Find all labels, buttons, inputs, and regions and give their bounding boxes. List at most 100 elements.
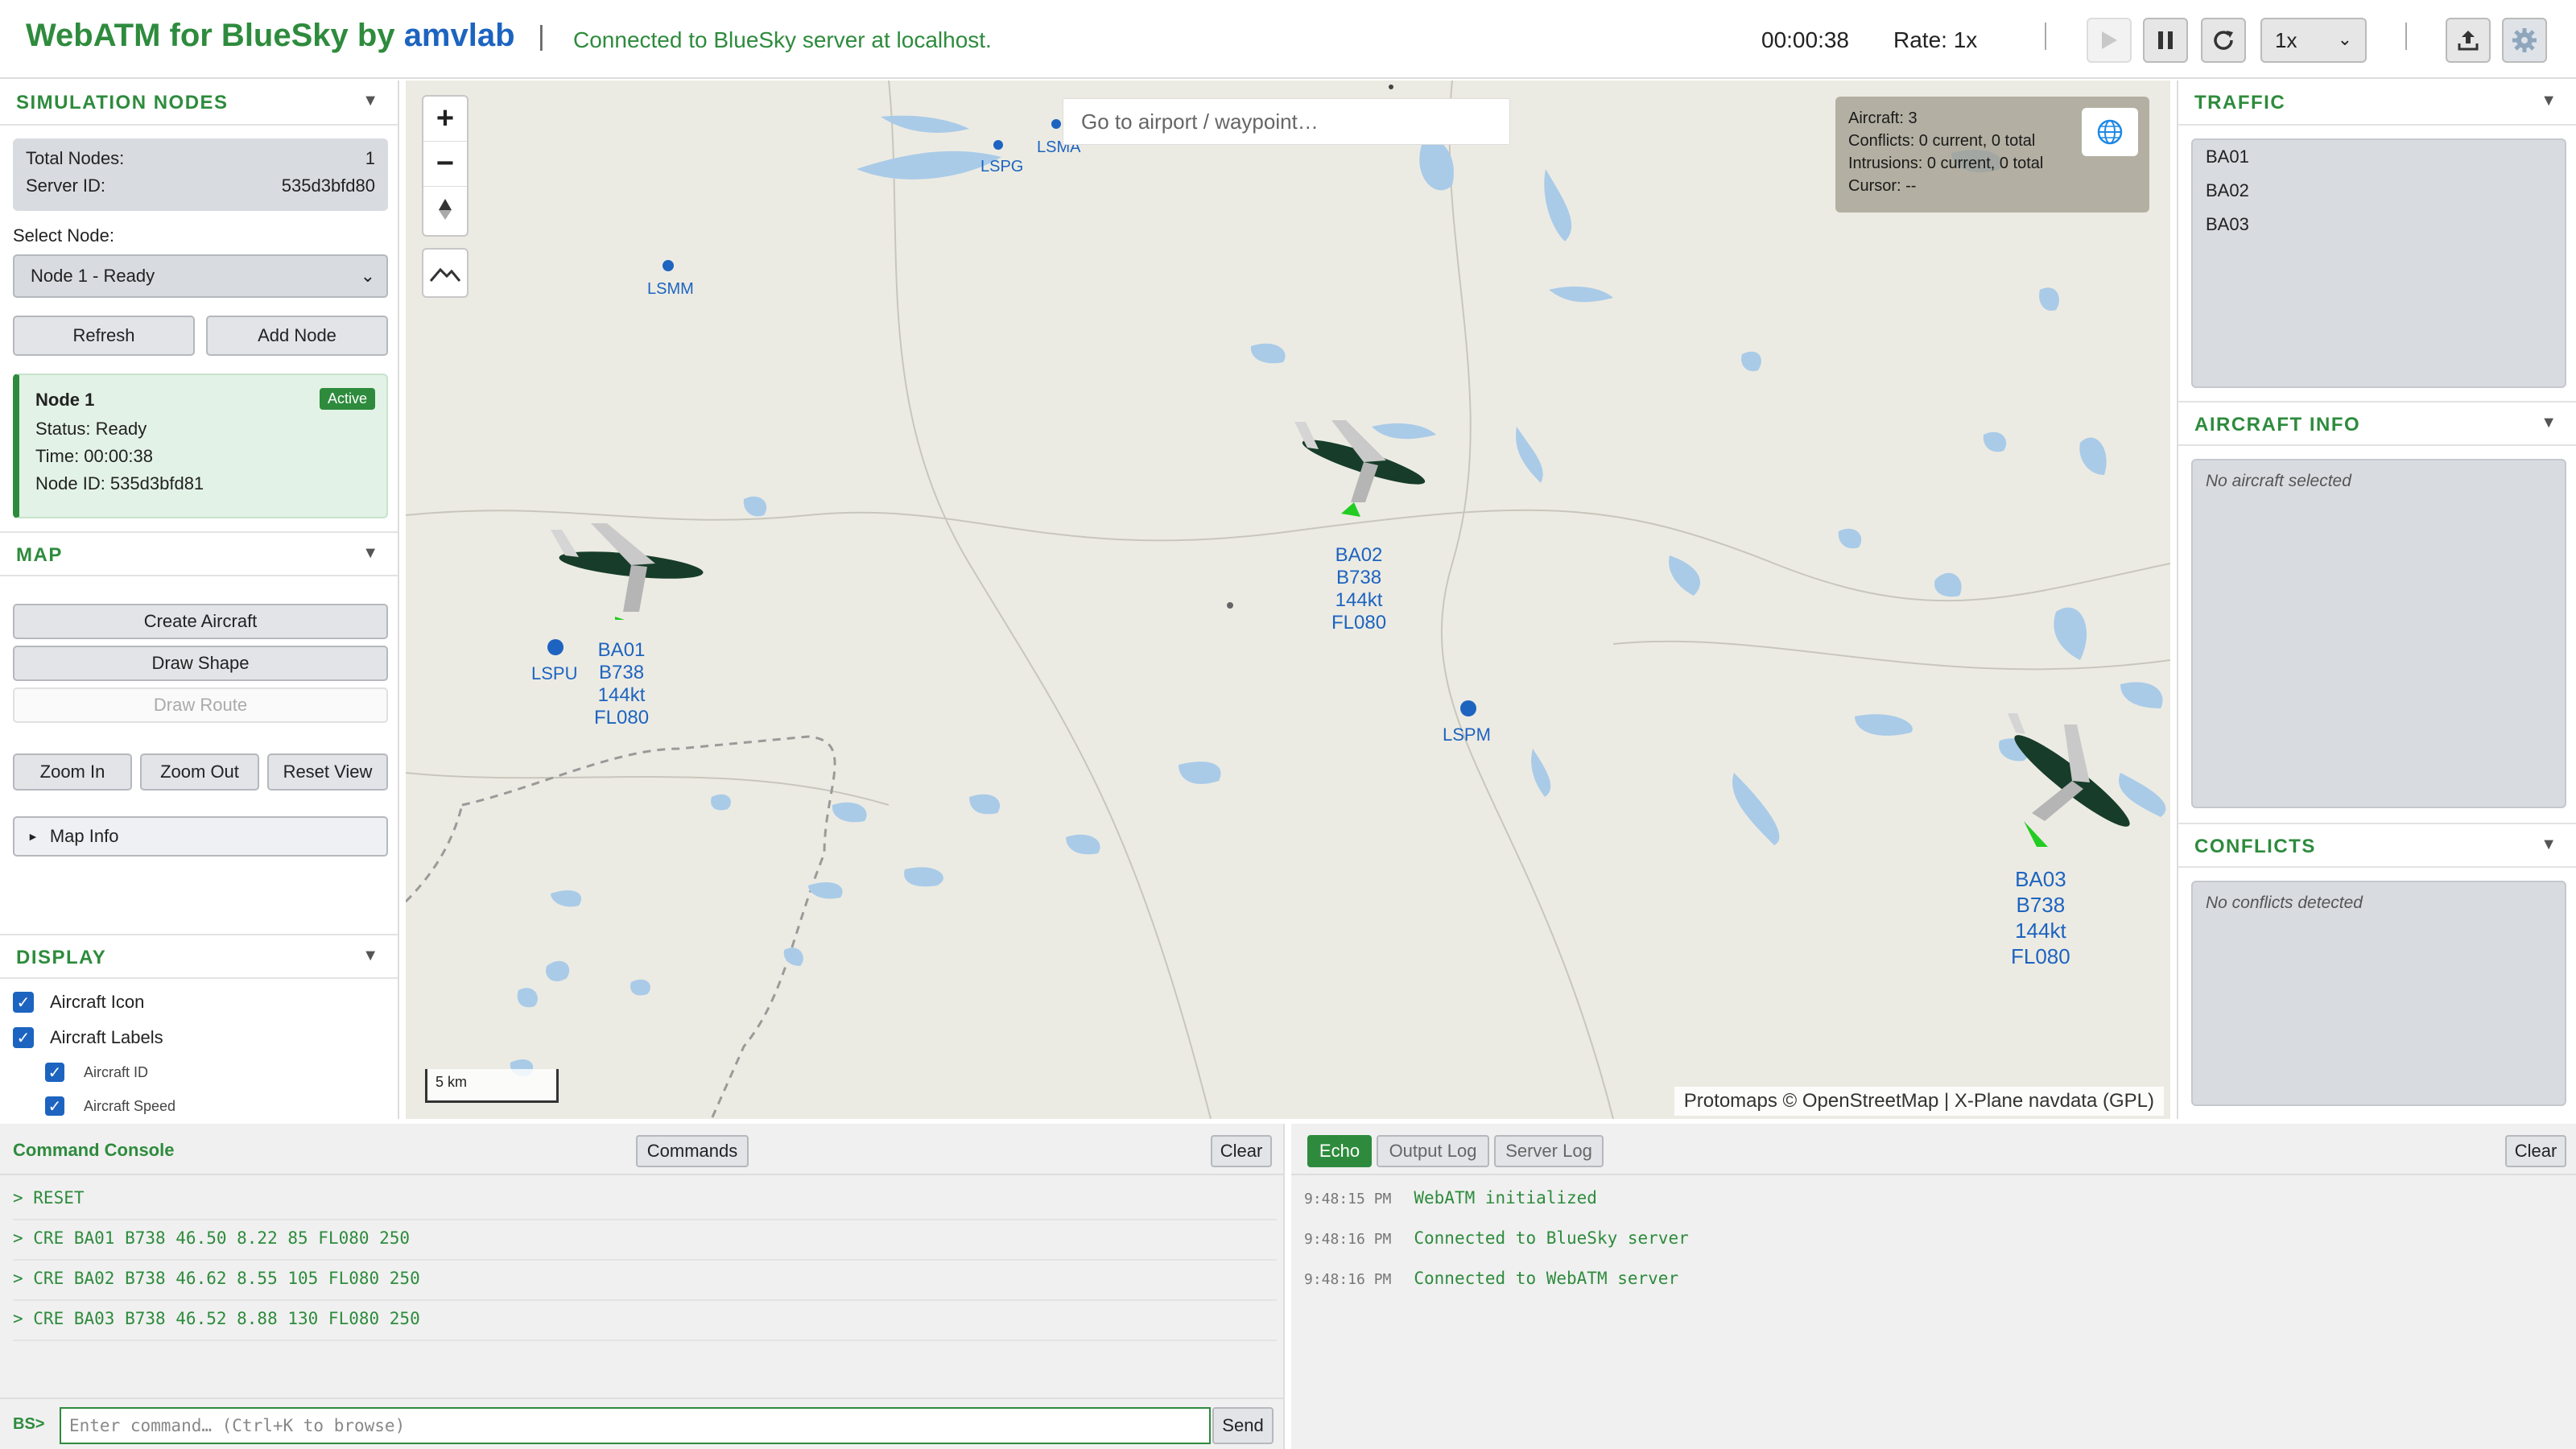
console-prompt: BS>	[13, 1415, 45, 1433]
app-title: WebATM for BlueSky by amvlab	[26, 18, 515, 53]
collapse-arrow-icon: ▼	[362, 92, 378, 109]
airport-label-lspu[interactable]: LSPU	[531, 663, 577, 684]
conflicts-count: Conflicts: 0 current, 0 total	[1848, 132, 2036, 150]
command-console: Command Console Commands Clear > RESET >…	[0, 1124, 1285, 1449]
aircraft-info-box: No aircraft selected	[2191, 459, 2566, 808]
traffic-item[interactable]: BA02	[2206, 180, 2249, 201]
collapse-arrow-icon: ▼	[362, 544, 378, 562]
title-separator: |	[538, 21, 545, 52]
sim-nodes-header[interactable]: SIMULATION NODES ▼	[0, 80, 398, 126]
aircraft-label-ba03[interactable]: BA03 B738 144kt FL080	[2011, 866, 2070, 969]
speed-select[interactable]: 1x ⌄	[2260, 18, 2367, 63]
zoom-in-button[interactable]: Zoom In	[13, 753, 132, 791]
refresh-button[interactable]: Refresh	[13, 316, 195, 356]
map-section-header[interactable]: MAP ▼	[0, 531, 398, 576]
map-info-toggle[interactable]: ► Map Info	[13, 816, 388, 857]
upload-icon	[2458, 31, 2479, 51]
collapse-arrow-icon: ▼	[2541, 414, 2557, 431]
chevron-down-icon: ⌄	[2337, 29, 2352, 49]
aircraft-icon-ba01[interactable]	[543, 507, 720, 620]
add-node-button[interactable]: Add Node	[206, 316, 388, 356]
conflicts-box: No conflicts detected	[2191, 881, 2566, 1106]
airport-label-lspg[interactable]: LSPG	[980, 158, 1023, 176]
settings-button[interactable]	[2502, 18, 2547, 63]
zoom-out-map-button[interactable]: −	[423, 142, 467, 187]
console-clear-button[interactable]: Clear	[1211, 1135, 1272, 1167]
conflicts-header[interactable]: CONFLICTS ▼	[2178, 823, 2576, 868]
command-input[interactable]: Enter command… (Ctrl+K to browse)	[60, 1407, 1211, 1444]
checkmark-icon: ✓	[13, 992, 34, 1013]
reload-icon	[2214, 31, 2233, 50]
node-name: Node 1	[35, 390, 95, 410]
commands-button[interactable]: Commands	[636, 1135, 749, 1167]
collapse-arrow-icon: ▼	[2541, 92, 2557, 109]
goto-search-input[interactable]: Go to airport / waypoint…	[1063, 98, 1510, 145]
send-button[interactable]: Send	[1212, 1407, 1274, 1444]
aircraft-icon-ba02[interactable]	[1283, 412, 1444, 517]
zoom-out-button[interactable]: Zoom Out	[140, 753, 259, 791]
console-title: Command Console	[13, 1140, 175, 1160]
console-divider	[0, 1174, 1283, 1175]
compass-button[interactable]	[423, 187, 467, 232]
traffic-item[interactable]: BA03	[2206, 214, 2249, 235]
server-id-value: 535d3bfd80	[281, 175, 375, 196]
compass-icon	[439, 199, 452, 220]
cursor-readout: Cursor: --	[1848, 177, 1917, 195]
right-panel: TRAFFIC ▼ BA01 BA02 BA03 AIRCRAFT INFO ▼…	[2177, 80, 2576, 1119]
console-line: > CRE BA01 B738 46.50 8.22 85 FL080 250	[13, 1228, 1277, 1261]
log-clear-button[interactable]: Clear	[2505, 1135, 2566, 1167]
aircraft-id-checkbox[interactable]: ✓ Aircraft ID	[45, 1063, 148, 1082]
aircraft-label-ba01[interactable]: BA01 B738 144kt FL080	[594, 639, 649, 729]
globe-icon	[2097, 119, 2123, 145]
aircraft-info-header[interactable]: AIRCRAFT INFO ▼	[2178, 401, 2576, 446]
console-line: > CRE BA03 B738 46.52 8.88 130 FL080 250	[13, 1309, 1277, 1341]
node-card[interactable]: Node 1 Active Status: Ready Time: 00:00:…	[13, 374, 388, 518]
checkmark-icon: ✓	[13, 1027, 34, 1048]
aircraft-icon-checkbox[interactable]: ✓ Aircraft Icon	[13, 992, 144, 1013]
collapse-arrow-icon: ▼	[362, 947, 378, 964]
node-status: Status: Ready	[35, 419, 147, 439]
node-select[interactable]: Node 1 - Ready ⌄	[13, 254, 388, 298]
draw-route-button[interactable]: Draw Route	[13, 687, 388, 723]
zoom-in-map-button[interactable]: +	[423, 97, 467, 142]
log-entry: 9:48:16 PM Connected to BlueSky server	[1304, 1228, 1689, 1248]
play-button[interactable]	[2087, 18, 2132, 63]
aircraft-info-empty: No aircraft selected	[2206, 472, 2351, 490]
left-panel: SIMULATION NODES ▼ Total Nodes: 1 Server …	[0, 80, 399, 1119]
zoom-control: + −	[422, 95, 469, 237]
upload-button[interactable]	[2446, 18, 2491, 63]
console-line: > CRE BA02 B738 46.62 8.55 105 FL080 250	[13, 1269, 1277, 1301]
reset-button[interactable]	[2201, 18, 2246, 63]
tab-output-log[interactable]: Output Log	[1377, 1135, 1489, 1167]
node-id: Node ID: 535d3bfd81	[35, 473, 204, 493]
log-panel: Echo Output Log Server Log Clear 9:48:15…	[1291, 1124, 2576, 1449]
minus-icon: −	[436, 147, 455, 180]
scale-bar: 5 km	[425, 1069, 559, 1103]
traffic-item[interactable]: BA01	[2206, 147, 2249, 167]
create-aircraft-button[interactable]: Create Aircraft	[13, 604, 388, 639]
traffic-header[interactable]: TRAFFIC ▼	[2178, 80, 2576, 126]
tab-server-log[interactable]: Server Log	[1494, 1135, 1604, 1167]
aircraft-icon-ba03[interactable]	[1984, 708, 2161, 853]
display-section-header[interactable]: DISPLAY ▼	[0, 934, 398, 979]
draw-shape-button[interactable]: Draw Shape	[13, 646, 388, 681]
airport-label-lspm[interactable]: LSPM	[1443, 724, 1491, 745]
globe-button[interactable]	[2082, 108, 2138, 156]
pause-icon	[2158, 31, 2173, 49]
traffic-list: BA01 BA02 BA03	[2191, 138, 2566, 388]
airport-label-lsmm[interactable]: LSMM	[647, 280, 694, 299]
traffic-stats-overlay: Aircraft: 3 Conflicts: 0 current, 0 tota…	[1835, 97, 2149, 213]
terrain-toggle[interactable]	[422, 248, 469, 298]
caret-right-icon: ►	[27, 830, 39, 843]
aircraft-labels-checkbox[interactable]: ✓ Aircraft Labels	[13, 1027, 163, 1048]
aircraft-speed-checkbox[interactable]: ✓ Aircraft Speed	[45, 1096, 175, 1116]
pause-button[interactable]	[2143, 18, 2188, 63]
brand-link[interactable]: amvlab	[404, 18, 515, 53]
reset-view-button[interactable]: Reset View	[267, 753, 388, 791]
tab-echo[interactable]: Echo	[1307, 1135, 1372, 1167]
map-view[interactable]: LSMA LSPG LSMM LSPU LSPM BA01 B738 144kt…	[406, 80, 2170, 1119]
collapse-arrow-icon: ▼	[2541, 836, 2557, 853]
select-node-label: Select Node:	[13, 225, 114, 246]
aircraft-label-ba02[interactable]: BA02 B738 144kt FL080	[1331, 544, 1386, 634]
node-summary: Total Nodes: 1 Server ID: 535d3bfd80	[13, 138, 388, 211]
